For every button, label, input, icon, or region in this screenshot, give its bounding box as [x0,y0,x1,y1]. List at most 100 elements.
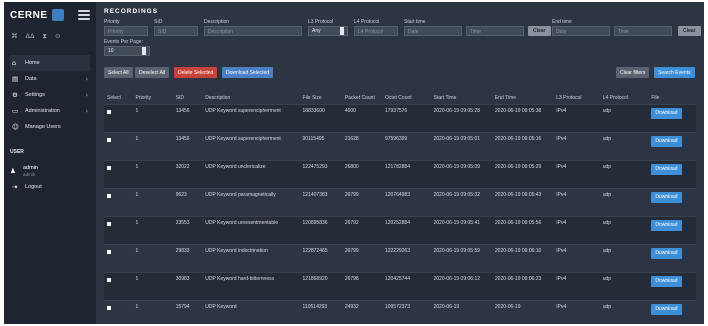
clear-end-button[interactable]: Clear [678,26,701,36]
sidebar-item-label: Administration [25,108,60,114]
user-role: admin [23,172,36,177]
logout-link[interactable]: ⇥ Logout [10,179,90,195]
priority-input[interactable]: Priority [104,26,148,36]
download-button[interactable]: Download [651,135,682,147]
row-checkbox[interactable] [107,109,111,114]
cell-l3: IPv4 [553,215,600,244]
column-header[interactable]: End Time [492,82,553,104]
sidebar-quick-icons: ⌘ ΔΔ ⧗ ⊙ [10,32,90,41]
cell-packets: 26798 [341,271,382,300]
description-input[interactable]: Description [204,26,302,36]
cell-priority: 1 [132,215,173,244]
cell-desc: UDP Keyword indoctrination [202,243,300,272]
column-header[interactable]: Priority [133,82,173,104]
row-checkbox[interactable] [107,193,111,198]
table-row: 1 13456 UDP Keyword superencipherment 18833… [104,103,696,132]
column-header[interactable]: File [648,82,696,104]
cell-l4: udp [599,159,649,188]
column-header[interactable]: L3 Protocol [553,82,600,104]
dashboard-icon[interactable]: ⌘ [11,32,18,41]
column-header[interactable]: File Size [300,82,342,104]
cell-priority: 1 [132,131,173,160]
table-row: 1 29833 UDP Keyword indoctrination 12287246… [104,243,696,272]
table-row: 1 32022 UDP Keyword unclericalize 122475293… [104,159,696,188]
cell-octets: 17937576 [381,103,431,132]
row-checkbox[interactable] [107,165,111,170]
main-content: RECORDINGS Priority Priority SID SID Des… [96,2,704,324]
sidebar-item-data[interactable]: ▤ Data › [10,71,90,87]
chart-icon[interactable]: ΔΔ [26,32,35,41]
start-time-label: Start time [404,19,426,25]
download-button[interactable]: Download [651,275,682,287]
sidebar-item-administration[interactable]: ▭ Administration › [10,103,90,119]
gear-icon: ⚙ [12,91,18,99]
start-date-input[interactable]: Date [404,26,462,36]
sidebar-item-manage-users[interactable]: ☺ Manage Users [10,119,90,135]
cell-l3: IPv4 [553,299,600,324]
events-per-page-label: Events Per Page: [104,39,143,45]
brand-bar: CERNE [10,8,90,22]
row-checkbox[interactable] [107,249,111,254]
row-checkbox[interactable] [107,277,111,282]
download-button[interactable]: Download [651,247,682,259]
menu-toggle-icon[interactable] [78,10,90,20]
download-selected-button[interactable]: Download Selected [222,67,274,78]
table-row: 1 30983 UDP Keyword hard-bitternness 121868… [104,271,696,300]
column-header[interactable]: Start Time [431,82,492,104]
cell-octets: 122229263 [381,243,431,272]
cell-l3: IPv4 [553,243,600,272]
sidebar-item-home[interactable]: ⌂ Home [10,55,90,71]
cell-priority: 1 [132,243,173,272]
column-header[interactable]: L4 Protocol [600,82,649,104]
end-date-input[interactable]: Date [552,26,610,36]
cell-start: 2020-06-19 09:05:09 [430,159,492,188]
user-profile[interactable]: ♟ admin admin [10,163,90,179]
cell-priority: 1 [132,271,173,300]
cell-start: 2020-06-19 [430,299,492,324]
delete-selected-button[interactable]: Delete Selected [174,67,218,78]
l3-protocol-select[interactable]: Any [308,26,348,36]
end-time-input[interactable]: Time [614,26,672,36]
table-row: 1 13456 UDP Keyword superencipherment 90115… [104,131,696,160]
column-header[interactable]: SID [173,82,203,104]
filter-panel: Priority Priority SID SID Description De… [104,19,701,63]
deselect-all-button[interactable]: Deselect All [135,67,170,78]
column-header[interactable]: Select [104,82,133,104]
cell-start: 2020-06-19 09:05:41 [430,215,492,244]
sid-input[interactable]: SID [154,26,198,36]
cell-packets: 4000 [341,103,382,132]
row-checkbox[interactable] [107,221,111,226]
cell-octets: 109572373 [381,299,431,324]
download-button[interactable]: Download [651,107,682,119]
download-button[interactable]: Download [651,219,682,231]
row-checkbox[interactable] [107,137,111,142]
cell-l4: udp [599,131,649,160]
row-checkbox[interactable] [107,305,111,310]
app-window: CERNE ⌘ ΔΔ ⧗ ⊙ ⌂ Home ▤ Data › ⚙ Setting… [4,2,704,324]
events-per-page-select[interactable]: 10 [104,46,150,56]
l4-protocol-input[interactable]: L4 Protocol [354,26,398,36]
sidebar-item-settings[interactable]: ⚙ Settings › [10,87,90,103]
column-header[interactable]: Octet Count [382,82,431,104]
download-button[interactable]: Download [651,163,682,175]
download-button[interactable]: Download [651,303,682,315]
brand-logo-icon [51,9,64,21]
cell-priority: 1 [132,159,173,188]
select-all-button[interactable]: Select All [104,67,133,78]
cell-size: 121868920 [299,271,342,300]
start-time-input[interactable]: Time [466,26,524,36]
cell-octets: 121782884 [381,159,431,188]
clear-start-button[interactable]: Clear [528,26,551,36]
power-icon[interactable]: ⊙ [55,32,60,41]
search-events-button[interactable]: Search Events [654,67,695,78]
sid-label: SID [154,19,163,25]
stats-icon[interactable]: ⧗ [42,32,47,41]
clear-filters-button[interactable]: Clear filters [616,67,650,78]
cell-l3: IPv4 [553,271,600,300]
cell-l3: IPv4 [553,131,600,160]
brand-name: CERNE [10,9,48,21]
cell-size: 18833600 [299,103,342,132]
column-header[interactable]: Packet Count [342,82,382,104]
column-header[interactable]: Description [202,82,299,104]
download-button[interactable]: Download [651,191,682,203]
